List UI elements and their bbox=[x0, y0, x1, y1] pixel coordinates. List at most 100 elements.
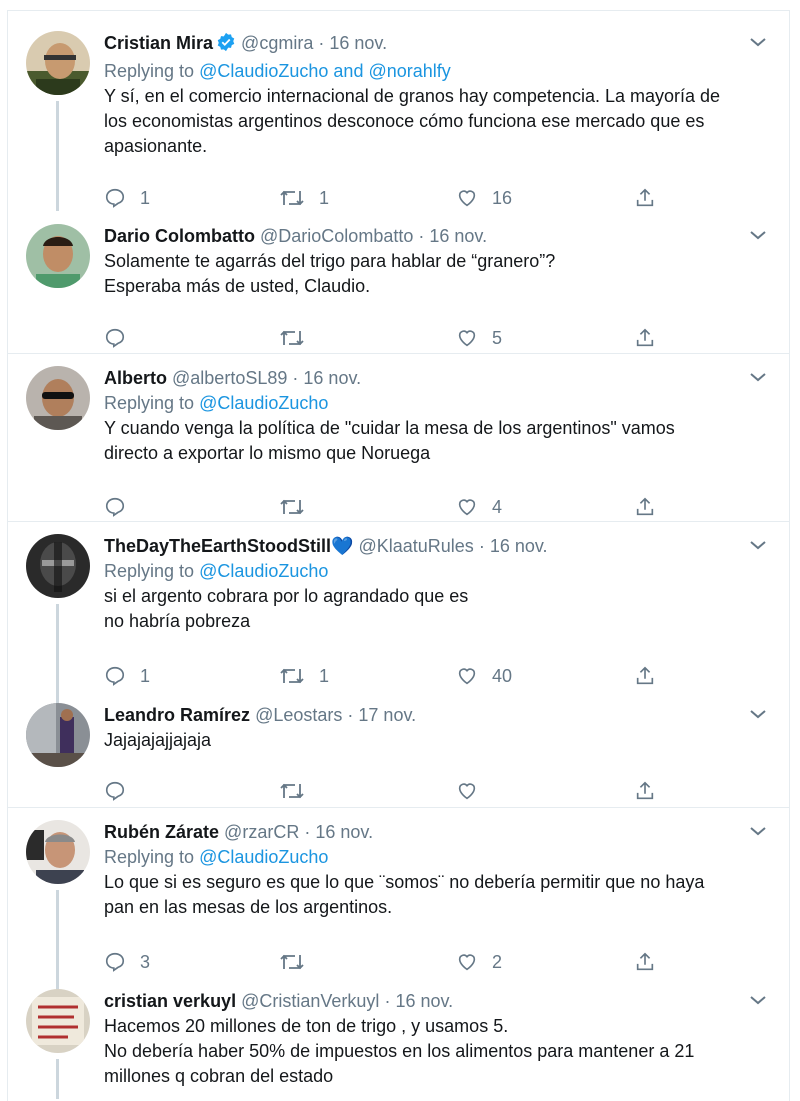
heart-icon bbox=[458, 190, 476, 207]
retweet-count: 1 bbox=[319, 665, 330, 686]
author-name[interactable]: Alberto bbox=[104, 368, 167, 388]
separator-dot: · bbox=[384, 991, 391, 1011]
author-handle[interactable]: @KlaatuRules bbox=[358, 536, 473, 556]
chevron-down-icon[interactable] bbox=[749, 824, 767, 842]
tweet-date[interactable]: 16 nov. bbox=[429, 226, 487, 246]
author-handle[interactable]: @CristianVerkuyl bbox=[241, 991, 379, 1011]
avatar[interactable] bbox=[26, 224, 90, 288]
retweet-button[interactable] bbox=[279, 495, 319, 519]
share-icon bbox=[636, 328, 654, 347]
like-count: 5 bbox=[492, 327, 503, 348]
mention-link[interactable]: @ClaudioZucho bbox=[199, 393, 328, 413]
replying-to: Replying to @ClaudioZucho bbox=[104, 561, 329, 581]
avatar[interactable] bbox=[26, 366, 90, 430]
mention-link[interactable]: @ClaudioZucho and @norahlfy bbox=[199, 61, 451, 81]
reply-button[interactable]: 3 bbox=[104, 950, 150, 974]
tweet-date[interactable]: 16 nov. bbox=[315, 822, 373, 842]
tweet-date[interactable]: 16 nov. bbox=[303, 368, 361, 388]
chevron-down-icon[interactable] bbox=[749, 993, 767, 1011]
retweet-button[interactable] bbox=[279, 779, 319, 803]
retweet-icon bbox=[280, 330, 304, 346]
tweet-date[interactable]: 17 nov. bbox=[358, 705, 416, 725]
tweet-text: Solamente te agarrás del trigo para habl… bbox=[104, 251, 556, 296]
thread-line bbox=[56, 604, 59, 712]
retweet-button[interactable]: 1 bbox=[279, 664, 329, 688]
share-button[interactable] bbox=[634, 950, 656, 974]
retweet-icon bbox=[280, 499, 304, 515]
conversation-thread: Cristian Mira @cgmira · 16 nov. Replying… bbox=[7, 10, 790, 1101]
like-button[interactable]: 4 bbox=[456, 495, 502, 519]
share-button[interactable] bbox=[634, 664, 656, 688]
reply-button[interactable] bbox=[104, 495, 140, 519]
retweet-icon bbox=[280, 190, 304, 206]
heart-icon bbox=[458, 499, 476, 516]
retweet-button[interactable] bbox=[279, 326, 319, 350]
share-icon bbox=[636, 952, 654, 971]
reply-icon bbox=[105, 188, 125, 208]
like-count: 40 bbox=[492, 665, 513, 686]
author-name[interactable]: cristian verkuyl bbox=[104, 991, 236, 1011]
like-button[interactable]: 2 bbox=[456, 950, 502, 974]
share-button[interactable] bbox=[634, 779, 656, 803]
mention-link[interactable]: @ClaudioZucho bbox=[199, 847, 328, 867]
retweet-icon bbox=[280, 783, 304, 799]
reply-count: 1 bbox=[140, 187, 151, 208]
retweet-button[interactable]: 1 bbox=[279, 186, 329, 210]
share-button[interactable] bbox=[634, 186, 656, 210]
chevron-down-icon[interactable] bbox=[749, 370, 767, 388]
author-handle[interactable]: @cgmira bbox=[241, 33, 313, 53]
author-name[interactable]: Dario Colombatto bbox=[104, 226, 255, 246]
author-name[interactable]: Cristian Mira bbox=[104, 33, 213, 53]
tweet-text: Lo que si es seguro es que lo que ¨somos… bbox=[104, 872, 705, 917]
chevron-down-icon[interactable] bbox=[749, 35, 767, 53]
author-handle[interactable]: @DarioColombatto bbox=[260, 226, 413, 246]
like-button[interactable]: 5 bbox=[456, 326, 502, 350]
tweet-text: Y cuando venga la política de "cuidar la… bbox=[104, 418, 675, 463]
reply-icon bbox=[105, 781, 125, 801]
tweet-date[interactable]: 16 nov. bbox=[395, 991, 453, 1011]
replying-to: Replying to @ClaudioZucho and @norahlfy bbox=[104, 61, 451, 81]
mention-link[interactable]: @ClaudioZucho bbox=[199, 561, 328, 581]
reply-count: 3 bbox=[140, 951, 151, 972]
author-handle[interactable]: @albertoSL89 bbox=[172, 368, 287, 388]
avatar[interactable] bbox=[26, 989, 90, 1053]
thread-line bbox=[56, 890, 59, 1000]
like-button[interactable]: 16 bbox=[456, 186, 512, 210]
chevron-down-icon[interactable] bbox=[749, 228, 767, 246]
share-button[interactable] bbox=[634, 495, 656, 519]
avatar[interactable] bbox=[26, 31, 90, 95]
reply-button[interactable]: 1 bbox=[104, 186, 150, 210]
thread-line bbox=[56, 1059, 59, 1099]
author-name[interactable]: Leandro Ramírez bbox=[104, 705, 250, 725]
retweet-button[interactable] bbox=[279, 950, 319, 974]
author-name[interactable]: Rubén Zárate bbox=[104, 822, 219, 842]
separator-dot: · bbox=[478, 536, 485, 556]
tweet-date[interactable]: 16 nov. bbox=[329, 33, 387, 53]
author-name[interactable]: TheDayTheEarthStoodStill bbox=[104, 536, 331, 556]
author-handle[interactable]: @rzarCR bbox=[224, 822, 299, 842]
retweet-count: 1 bbox=[319, 187, 330, 208]
reply-button[interactable]: 1 bbox=[104, 664, 150, 688]
reply-count: 1 bbox=[140, 665, 151, 686]
separator-dot: · bbox=[304, 822, 311, 842]
tweet-date[interactable]: 16 nov. bbox=[490, 536, 548, 556]
author-handle[interactable]: @Leostars bbox=[255, 705, 342, 725]
avatar[interactable] bbox=[26, 534, 90, 598]
chevron-down-icon[interactable] bbox=[749, 538, 767, 556]
tweet-text: Jajajajajjajaja bbox=[104, 730, 212, 750]
share-icon bbox=[636, 666, 654, 685]
chevron-down-icon[interactable] bbox=[749, 707, 767, 725]
like-button[interactable]: 40 bbox=[456, 664, 512, 688]
divider bbox=[8, 807, 789, 808]
heart-icon bbox=[458, 783, 476, 800]
avatar[interactable] bbox=[26, 820, 90, 884]
replying-to: Replying to @ClaudioZucho bbox=[104, 847, 329, 867]
share-icon bbox=[636, 188, 654, 207]
share-button[interactable] bbox=[634, 326, 656, 350]
reply-icon bbox=[105, 952, 125, 972]
like-button[interactable] bbox=[456, 779, 492, 803]
avatar[interactable] bbox=[26, 703, 90, 767]
reply-button[interactable] bbox=[104, 779, 140, 803]
separator-dot: · bbox=[292, 368, 299, 388]
reply-button[interactable] bbox=[104, 326, 140, 350]
